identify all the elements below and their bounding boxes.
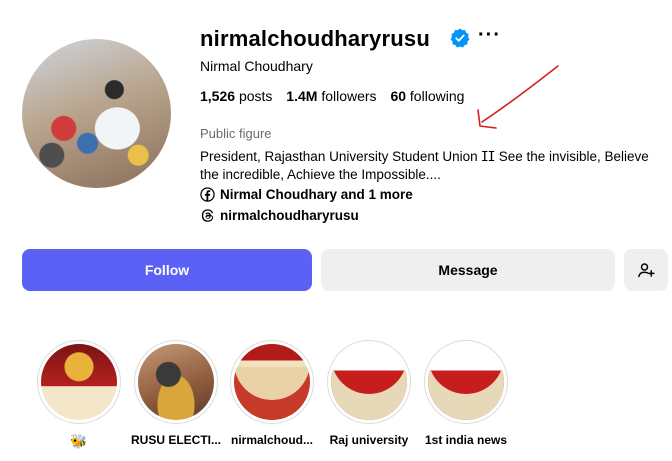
suggested-accounts-button[interactable] — [624, 249, 668, 291]
highlight-label: RUSU ELECTI... — [130, 433, 221, 447]
highlight-item[interactable]: 1st india news — [416, 340, 516, 447]
profile-stats: 1,526 posts 1.4M followers 60 following — [200, 88, 474, 104]
highlight-item[interactable]: 🐝 — [29, 340, 129, 450]
following-stat[interactable]: 60 following — [390, 88, 464, 104]
annotation-arrow-icon — [477, 65, 559, 129]
followers-stat[interactable]: 1.4M followers — [286, 88, 376, 104]
message-button[interactable]: Message — [321, 249, 615, 291]
highlight-label: 🐝 — [70, 433, 88, 449]
more-options-icon[interactable]: ··· — [478, 24, 501, 47]
add-person-icon — [638, 263, 655, 278]
threads-link-text: nirmalchoudharyrusu — [220, 208, 359, 223]
highlight-item[interactable]: Raj university — [319, 340, 419, 447]
facebook-icon — [200, 187, 215, 202]
facebook-link-text: Nirmal Choudhary and 1 more — [220, 187, 413, 202]
profile-username: nirmalchoudharyrusu — [200, 26, 430, 51]
highlight-label: 1st india news — [424, 433, 508, 447]
profile-full-name: Nirmal Choudhary — [200, 58, 313, 74]
highlight-label: Raj university — [329, 433, 409, 447]
story-highlights: 🐝 RUSU ELECTI... nirmalchoud... Raj univ… — [0, 340, 672, 461]
threads-icon — [201, 209, 214, 222]
highlight-item[interactable]: nirmalchoud... — [222, 340, 322, 447]
highlight-item[interactable]: RUSU ELECTI... — [126, 340, 226, 447]
follow-button[interactable]: Follow — [22, 249, 312, 291]
verified-badge-icon — [450, 28, 470, 48]
profile-avatar[interactable] — [22, 39, 171, 188]
profile-category: Public figure — [200, 126, 272, 141]
profile-bio: President, Rajasthan University Student … — [200, 149, 649, 182]
posts-stat: 1,526 posts — [200, 88, 273, 104]
highlight-label: nirmalchoud... — [230, 433, 313, 447]
facebook-link[interactable]: Nirmal Choudhary and 1 more — [200, 187, 413, 202]
highlight-cover[interactable] — [230, 340, 314, 424]
highlight-cover[interactable] — [327, 340, 411, 424]
highlight-cover[interactable] — [37, 340, 121, 424]
threads-link[interactable]: nirmalchoudharyrusu — [200, 208, 359, 223]
highlight-cover[interactable] — [424, 340, 508, 424]
highlight-cover[interactable] — [134, 340, 218, 424]
